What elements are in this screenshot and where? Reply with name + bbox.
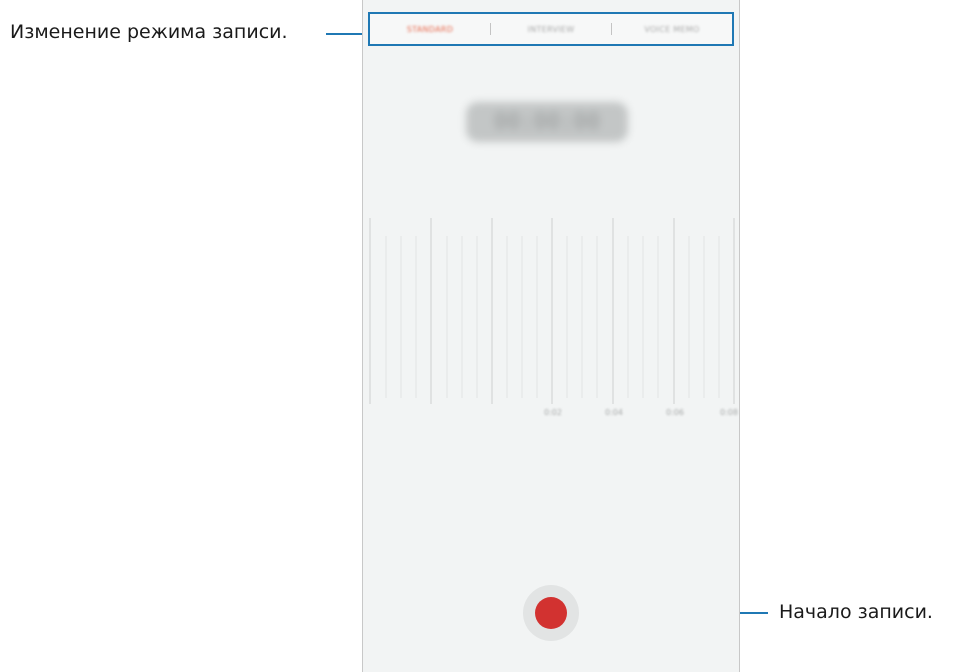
tab-interview[interactable]: INTERVIEW <box>491 25 611 34</box>
callout-change-mode-line <box>326 33 364 35</box>
voice-recorder-screen: STANDARD INTERVIEW VOICE MEMO 00:00:00 0… <box>362 0 740 672</box>
callout-change-mode-label: Изменение режима записи. <box>10 21 288 43</box>
waveform-time-label: 0:08 <box>720 408 738 417</box>
waveform-timeline: 0:02 0:04 0:06 0:08 <box>369 218 738 417</box>
waveform-time-label: 0:06 <box>666 408 684 417</box>
waveform-time-labels: 0:02 0:04 0:06 0:08 <box>544 408 738 417</box>
waveform-time-label: 0:02 <box>544 408 562 417</box>
manual-illustration: Изменение режима записи. Начало записи. … <box>0 0 955 672</box>
recording-mode-tabs: STANDARD INTERVIEW VOICE MEMO <box>368 12 734 46</box>
tab-standard[interactable]: STANDARD <box>370 25 490 34</box>
waveform-time-label: 0:04 <box>605 408 623 417</box>
tab-voice-memo[interactable]: VOICE MEMO <box>612 25 732 34</box>
recording-timer: 00:00:00 <box>466 102 628 142</box>
callout-start-recording-label: Начало записи. <box>779 601 933 623</box>
waveform-major-ticks <box>369 218 735 404</box>
record-button[interactable] <box>523 585 579 641</box>
record-icon <box>535 597 567 629</box>
